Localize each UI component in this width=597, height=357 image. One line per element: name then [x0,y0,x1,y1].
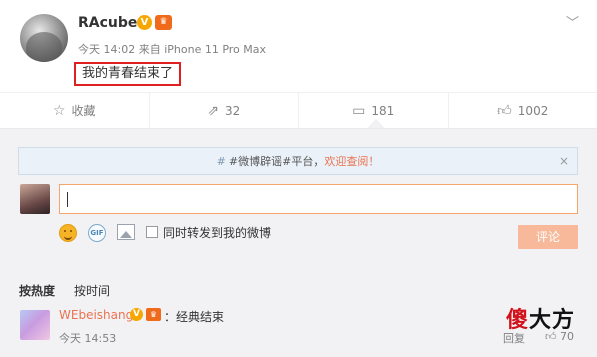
post-username[interactable]: RAcube [78,15,137,31]
post-source-prefix: 来自 [138,43,161,56]
commenter-level-badge-icon: ♛ [146,308,161,321]
notice-link[interactable]: 欢迎查阅！ [324,153,379,169]
level-badge-icon: ♛ [155,15,172,30]
comment-text: ：经典结束 [164,310,225,324]
hashtag-icon: # [216,154,226,168]
like-button[interactable]: 👍︎ 1002 [449,93,597,128]
repost-checkbox-label[interactable]: 同时转发到我的微博 [163,224,271,241]
post-action-bar: ☆ 收藏 ⇗ 32 ▭ 181 👍︎ 1002 [0,92,597,128]
watermark-logo: 傻大方 [506,302,575,334]
watermark-red-char: 傻 [506,308,530,333]
weibo-post: RAcube V ♛ 今天 14:02 来自 iPhone 11 Pro Max… [0,0,597,92]
favorite-label: 收藏 [71,104,96,118]
sort-by-hot-tab[interactable]: 按热度 [19,282,55,299]
rumor-notice: # #微博辟谣#平台， 欢迎查阅！ × [18,147,578,175]
thumbs-up-icon: 👍︎ [497,103,512,119]
star-icon: ☆ [52,102,66,119]
comment-input[interactable] [59,184,578,214]
submit-comment-button[interactable]: 评论 [518,225,578,249]
text-cursor [67,192,68,207]
verified-badge: V [137,15,152,30]
comment-icon: ▭ [352,102,366,119]
current-user-avatar[interactable] [20,184,50,214]
gif-icon[interactable]: GIF [88,224,106,242]
post-device: iPhone 11 Pro Max [164,43,267,56]
repost-checkbox[interactable] [146,226,158,238]
avatar[interactable] [20,14,68,62]
comment-time: 今天 14:53 [59,332,117,345]
repost-button[interactable]: ⇗ 32 [150,93,299,128]
comment-count: 181 [371,103,395,118]
repost-count: 32 [224,103,241,118]
emoji-icon[interactable] [59,224,77,242]
watermark-black-chars: 大方 [529,308,576,333]
repost-icon: ⇗ [207,102,219,119]
commenter-avatar[interactable] [20,310,50,340]
commenter-username[interactable]: WEbeishang [59,308,133,322]
post-time[interactable]: 今天 14:02 [78,43,135,56]
favorite-button[interactable]: ☆ 收藏 [0,93,150,128]
post-meta: 今天 14:02 来自 iPhone 11 Pro Max [78,41,266,57]
sort-by-time-tab[interactable]: 按时间 [74,282,110,299]
commenter-verified-badge: V [130,308,143,321]
comment-caret [368,119,384,128]
post-content: 我的青春结束了 [74,62,182,86]
like-count: 1002 [517,103,549,118]
close-icon[interactable]: × [559,154,569,168]
chevron-down-icon[interactable]: ﹀ [566,12,579,31]
image-icon[interactable] [117,224,135,240]
notice-text[interactable]: #微博辟谣#平台， [229,153,324,169]
